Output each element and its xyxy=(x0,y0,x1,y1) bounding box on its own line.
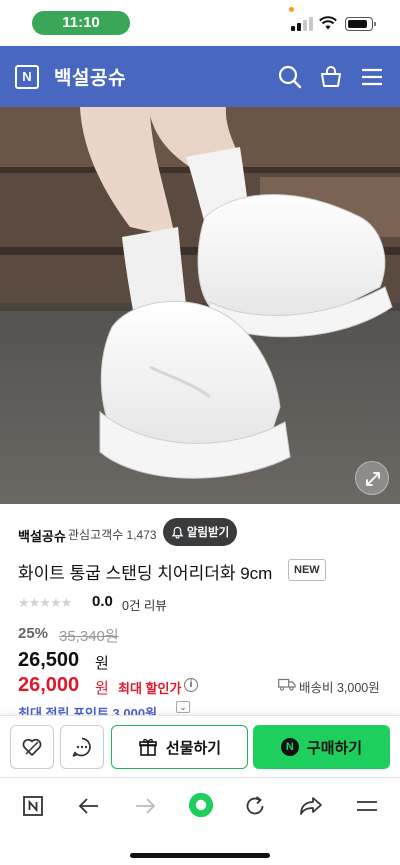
max-points[interactable]: 최대 적립 포인트 3,000원 xyxy=(18,703,157,715)
new-badge: NEW xyxy=(288,559,326,581)
max-discount-unit: 원 xyxy=(95,680,109,697)
info-icon[interactable]: i xyxy=(184,678,198,692)
alarm-label: 알림받기 xyxy=(186,527,230,539)
green-dot-icon[interactable] xyxy=(186,790,216,820)
gift-label: 선물하기 xyxy=(165,739,222,757)
star-rating-icon: ★★★★★ xyxy=(18,595,72,610)
product-photo xyxy=(0,107,400,504)
chevron-down-icon[interactable]: ⌄ xyxy=(176,701,190,713)
gift-button[interactable]: 선물하기 xyxy=(111,725,248,769)
back-arrow-icon[interactable] xyxy=(75,792,103,820)
original-price: 35,340원 xyxy=(59,628,119,645)
naver-home-icon[interactable] xyxy=(19,792,47,820)
bell-icon xyxy=(171,526,184,539)
naver-logo-button[interactable]: N xyxy=(15,65,39,89)
search-icon[interactable] xyxy=(276,63,304,91)
expand-icon[interactable] xyxy=(355,461,389,495)
sale-price-unit: 원 xyxy=(95,655,109,672)
buy-label: 구매하기 xyxy=(306,739,363,757)
store-title[interactable]: 백설공슈 xyxy=(54,63,126,90)
purchase-action-bar: 선물하기 N 구매하기 xyxy=(0,715,400,777)
interest-count: 관심고객수 1,473 xyxy=(68,528,157,542)
cart-icon[interactable] xyxy=(317,63,345,91)
max-discount-label: 최대 할인가 xyxy=(118,681,182,696)
share-icon[interactable] xyxy=(297,792,325,820)
app-header: N 백설공슈 xyxy=(0,46,400,107)
product-title: 화이트 통굽 스탠딩 치어리더화 9cm xyxy=(18,564,273,583)
shipping-fee: 배송비 3,000원 xyxy=(299,681,380,695)
buy-button[interactable]: N 구매하기 xyxy=(253,725,390,769)
wifi-icon xyxy=(319,16,337,30)
naver-pay-icon: N xyxy=(280,738,299,756)
gift-icon xyxy=(139,738,157,756)
heart-icon xyxy=(22,738,42,756)
status-bar: 11:10 xyxy=(0,0,400,46)
review-count[interactable]: 0건 리뷰 xyxy=(122,595,167,614)
hamburger-menu-icon[interactable] xyxy=(353,792,381,820)
max-discount-price: 26,000 xyxy=(18,674,80,696)
sale-price: 26,500 xyxy=(18,649,80,671)
privacy-indicator xyxy=(289,7,294,12)
alarm-button[interactable]: 알림받기 xyxy=(163,518,237,546)
wishlist-button[interactable] xyxy=(10,725,54,769)
refresh-icon[interactable] xyxy=(241,792,269,820)
browser-toolbar xyxy=(0,777,400,865)
battery-icon xyxy=(345,17,376,31)
home-indicator[interactable] xyxy=(130,853,270,858)
status-time: 11:10 xyxy=(32,11,130,35)
forward-arrow-icon[interactable] xyxy=(131,792,159,820)
signal-icon xyxy=(291,17,313,31)
discount-rate: 25% xyxy=(18,625,49,642)
truck-icon xyxy=(278,678,296,691)
chat-icon xyxy=(72,737,91,757)
seller-name[interactable]: 백설공슈 xyxy=(18,526,66,545)
product-image[interactable] xyxy=(0,107,400,504)
rating-value: 0.0 xyxy=(92,593,113,610)
talk-button[interactable] xyxy=(60,725,104,769)
menu-icon[interactable] xyxy=(358,63,386,91)
